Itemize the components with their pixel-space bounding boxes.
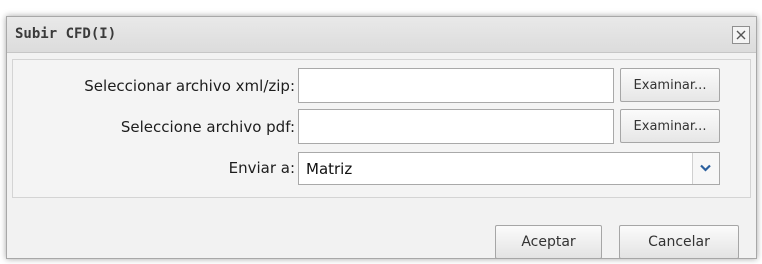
- send-to-dropdown-toggle[interactable]: [692, 153, 719, 184]
- send-to-label: Enviar a:: [228, 159, 295, 177]
- xml-browse-button[interactable]: Examinar...: [620, 68, 720, 102]
- xml-file-input[interactable]: [298, 68, 614, 103]
- dialog-title: Subir CFD(I): [15, 26, 117, 42]
- upload-dialog: Subir CFD(I) Seleccionar archivo xml/zip…: [6, 16, 757, 259]
- dialog-titlebar[interactable]: Subir CFD(I): [7, 17, 756, 53]
- cancel-button[interactable]: Cancelar: [619, 225, 739, 259]
- chevron-down-icon: [700, 164, 711, 172]
- form-panel: Seleccionar archivo xml/zip: Examinar...…: [12, 59, 751, 198]
- close-button[interactable]: [732, 26, 750, 44]
- accept-button[interactable]: Aceptar: [495, 225, 602, 259]
- pdf-browse-button[interactable]: Examinar...: [620, 109, 720, 143]
- xml-file-label: Seleccionar archivo xml/zip:: [84, 77, 295, 95]
- send-to-value: Matriz: [306, 160, 353, 178]
- pdf-file-label: Seleccione archivo pdf:: [120, 118, 295, 136]
- send-to-select[interactable]: Matriz: [298, 152, 720, 185]
- pdf-file-input[interactable]: [298, 109, 614, 144]
- close-icon: [736, 30, 746, 40]
